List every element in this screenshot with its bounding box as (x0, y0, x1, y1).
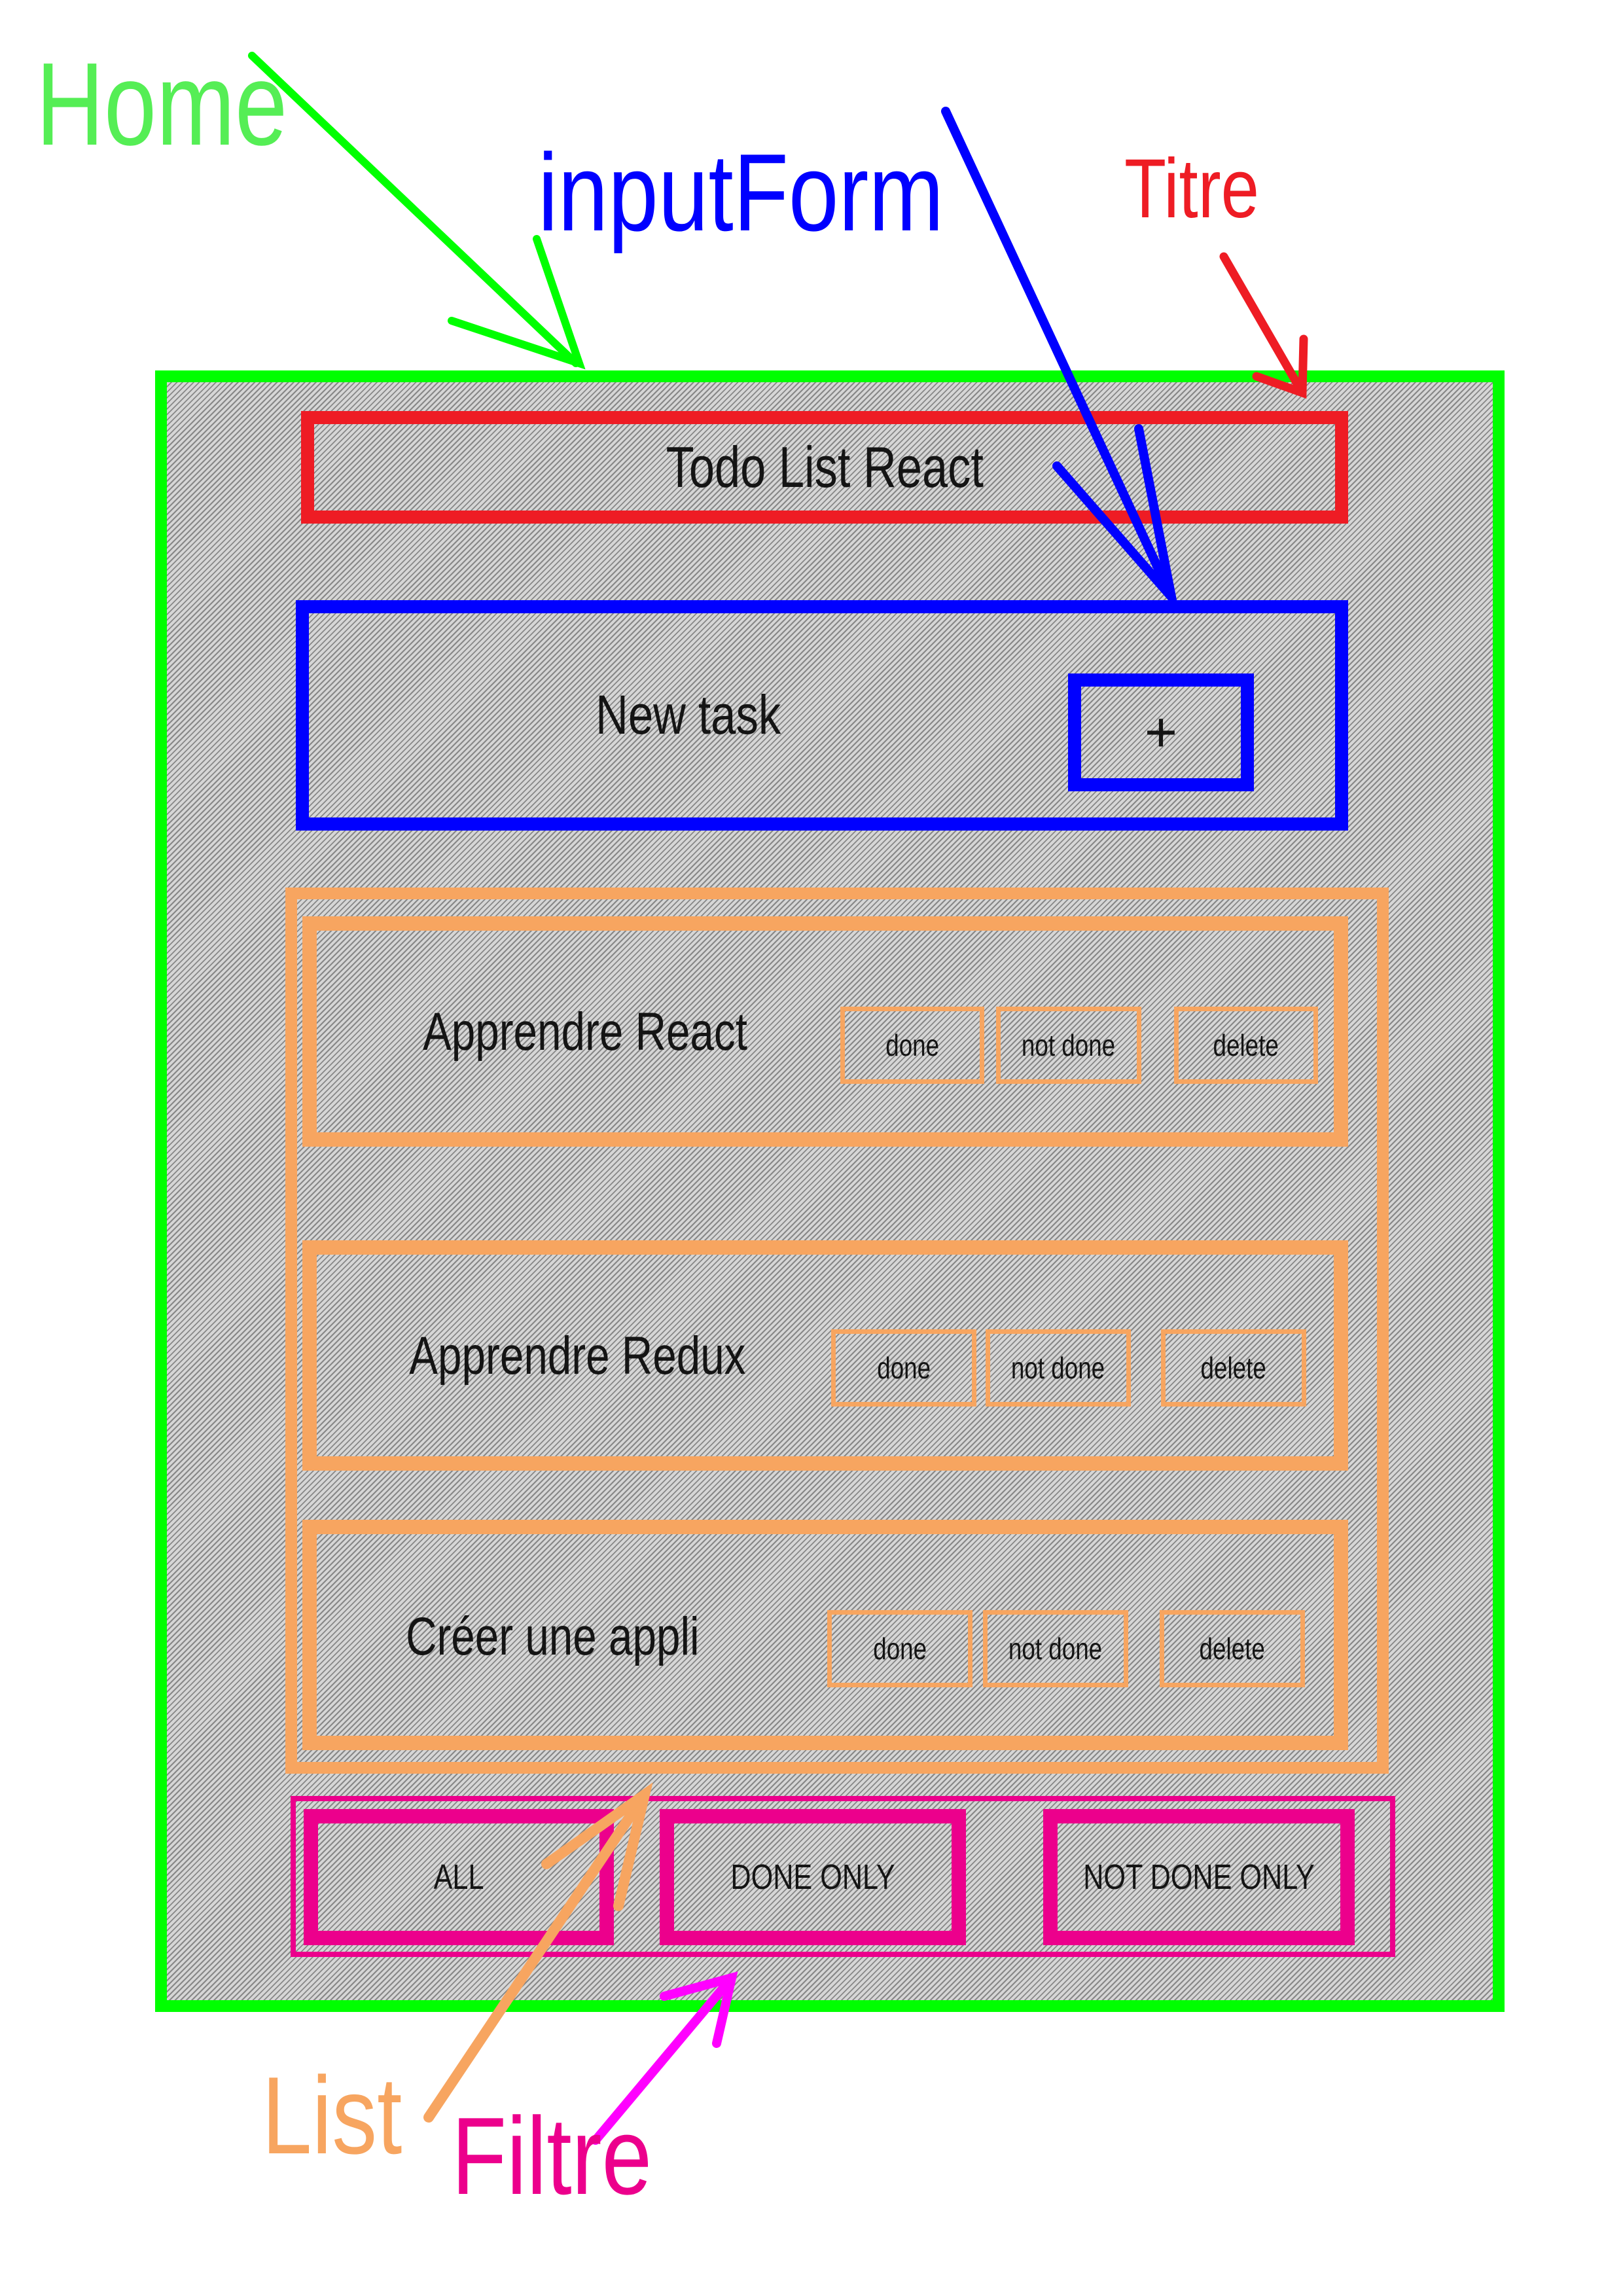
filtre-label: Filtre (452, 2094, 652, 2217)
input-form-label: inputForm (538, 131, 944, 254)
home-arrow-icon (248, 52, 586, 370)
annotation-arrows (248, 52, 1308, 2145)
list-arrow-icon (423, 1782, 653, 2123)
list-label: List (262, 2054, 402, 2177)
titre-label: Titre (1124, 142, 1260, 236)
titre-arrow-icon (1219, 252, 1308, 399)
home-label: Home (36, 39, 288, 170)
